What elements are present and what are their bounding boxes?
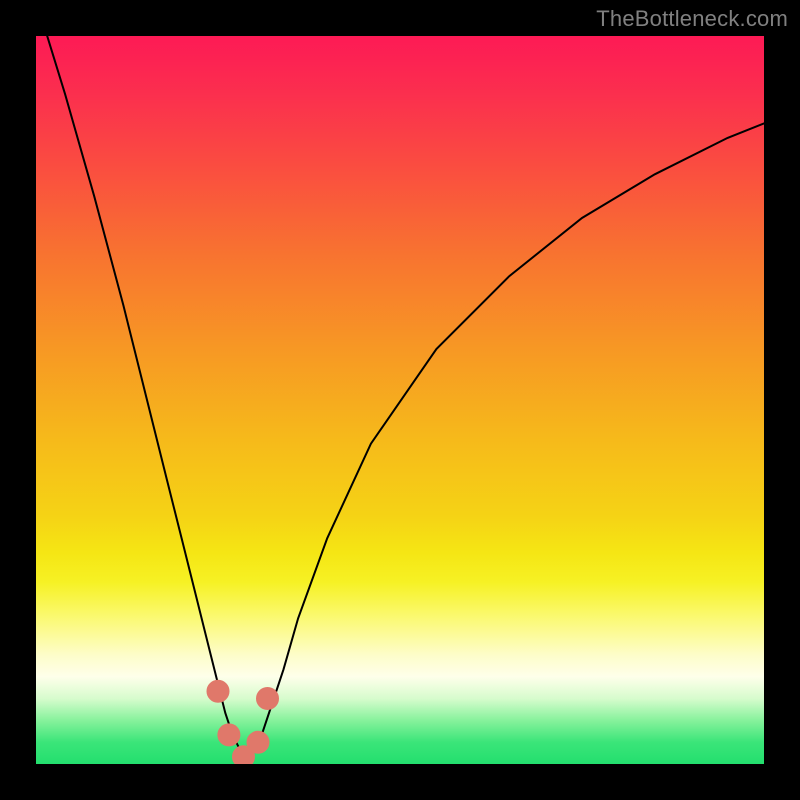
curve-layer [36,36,764,764]
bottleneck-curve [36,36,764,757]
curve-marker [218,724,240,746]
curve-marker [207,680,229,702]
marker-group [207,680,279,764]
curve-marker [257,688,279,710]
plot-area [36,36,764,764]
curve-marker [247,731,269,753]
watermark-text: TheBottleneck.com [596,6,788,32]
chart-stage: TheBottleneck.com [0,0,800,800]
